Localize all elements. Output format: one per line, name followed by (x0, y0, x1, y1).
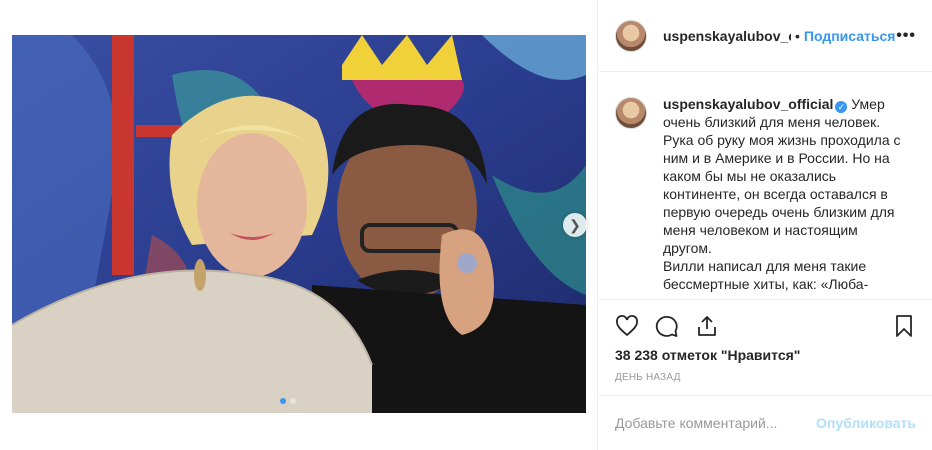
post-header: uspenskayalubov_official • Подписаться •… (599, 0, 932, 72)
post-photo[interactable] (12, 35, 586, 413)
caption-line: Рука об руку моя жизнь проходила с (663, 132, 901, 148)
header-separator: • (795, 27, 800, 44)
comments-area: uspenskayalubov_official ✓ Умер очень бли… (599, 73, 932, 299)
comment-input[interactable] (615, 415, 817, 431)
caption-avatar[interactable] (615, 97, 647, 129)
more-options-icon[interactable]: ••• (896, 27, 916, 45)
follow-button[interactable]: Подписаться (804, 28, 896, 44)
media-area: ❯ (0, 0, 598, 450)
caption-line: бессмертные хиты, как: «Люба- (663, 276, 869, 292)
action-bar (599, 299, 932, 351)
verified-badge-icon: ✓ (835, 101, 848, 113)
post-container: ❯ uspenskayalubov_official • Подписаться… (0, 0, 932, 450)
carousel-dot (290, 398, 296, 404)
caption-line: меня человеком и настоящим (663, 222, 858, 238)
carousel-dot-active (280, 398, 286, 404)
caption-line: континенте, он всегда оставался в (663, 186, 888, 202)
caption-line: другом. (663, 240, 712, 256)
carousel-dots (280, 398, 296, 404)
post-sidebar: uspenskayalubov_official • Подписаться •… (599, 0, 932, 450)
likes-count[interactable]: 38 238 отметок "Нравится" (615, 347, 800, 363)
post-date[interactable]: день назад (615, 372, 681, 383)
comment-icon[interactable] (655, 314, 679, 338)
caption-line: ним и в Америке и в России. Но на (663, 150, 890, 166)
next-slide-button[interactable]: ❯ (563, 213, 587, 237)
avatar[interactable] (615, 19, 647, 52)
caption-username[interactable]: uspenskayalubov_official (663, 96, 833, 112)
caption-line: Вилли написал для меня такие (663, 258, 867, 274)
share-icon[interactable] (695, 314, 719, 338)
heart-icon[interactable] (615, 314, 639, 338)
chevron-right-icon: ❯ (569, 216, 581, 233)
caption-line: очень близкий для меня человек. (663, 114, 881, 130)
add-comment-form: Опубликовать (599, 395, 932, 450)
caption-line: Умер (851, 96, 885, 112)
bookmark-icon[interactable] (892, 314, 916, 338)
caption-line: первую очередь очень близким для (663, 204, 895, 220)
caption: uspenskayalubov_official ✓ Умер очень бли… (615, 95, 916, 293)
caption-line: каком бы мы не оказались (663, 168, 837, 184)
photo-illustration (12, 35, 586, 413)
header-username[interactable]: uspenskayalubov_official (663, 28, 791, 44)
caption-text: uspenskayalubov_official ✓ Умер очень бли… (663, 95, 916, 293)
publish-button[interactable]: Опубликовать (816, 415, 916, 431)
